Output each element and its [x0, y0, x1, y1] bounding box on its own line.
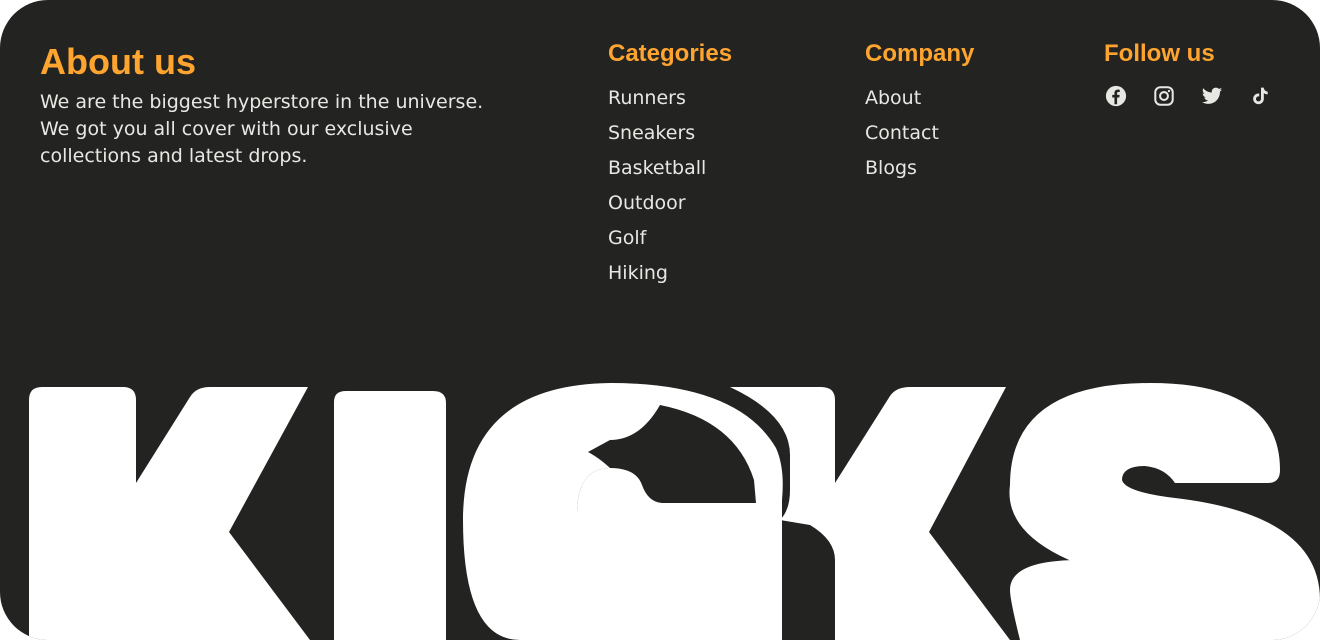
logo-letter-k1 — [29, 387, 310, 640]
logo-letter-s — [1009, 383, 1320, 640]
site-footer: About us We are the biggest hyperstore i… — [0, 0, 1320, 640]
logo-letter-i — [334, 391, 446, 640]
kicks-logo — [29, 383, 1320, 640]
